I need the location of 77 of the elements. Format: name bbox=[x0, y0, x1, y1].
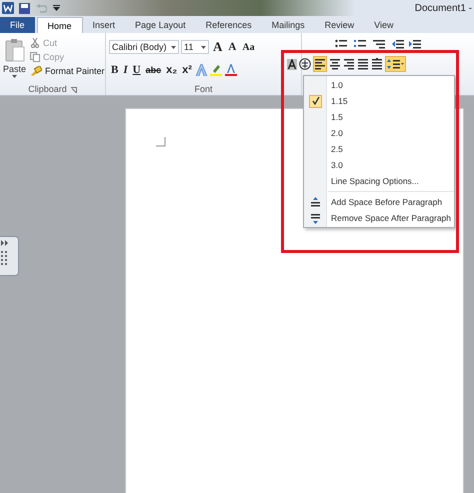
ribbon-tab[interactable]: Home bbox=[36, 17, 83, 33]
dialog-launcher-icon bbox=[70, 86, 77, 92]
group-label: Clipboard bbox=[28, 84, 67, 95]
menu-item[interactable]: 1.0 bbox=[304, 77, 454, 93]
font-name-field[interactable]: Calibri (Body) bbox=[109, 40, 179, 54]
ribbon-tab[interactable]: File bbox=[0, 17, 35, 33]
menu-item[interactable]: 2.5 bbox=[304, 141, 454, 157]
scissors-icon bbox=[30, 38, 40, 48]
text-effects-icon bbox=[196, 64, 207, 76]
ribbon-tab[interactable]: Insert bbox=[82, 17, 126, 33]
highlight-button[interactable] bbox=[208, 62, 223, 78]
side-panel-handle[interactable] bbox=[0, 236, 19, 276]
ribbon-tab[interactable]: Page Layout bbox=[125, 17, 196, 33]
align-right-icon bbox=[344, 58, 354, 70]
ribbon-tab[interactable]: View bbox=[364, 17, 404, 33]
remove-space-after-icon bbox=[311, 212, 320, 224]
numbering-icon bbox=[354, 39, 368, 49]
painter-button[interactable]: Format Painter bbox=[29, 65, 106, 77]
margin-corner-icon bbox=[156, 137, 166, 147]
font-color-button[interactable] bbox=[224, 62, 238, 78]
sup-button[interactable]: x² bbox=[180, 62, 194, 78]
decrease-indent-icon bbox=[392, 39, 404, 49]
menu-item[interactable]: 1.15 bbox=[304, 93, 454, 109]
word-logo-icon bbox=[2, 2, 14, 14]
text-effects-button[interactable] bbox=[194, 62, 208, 78]
dropdown-arrow-icon bbox=[53, 5, 60, 11]
dropdown-arrow-icon bbox=[201, 46, 206, 48]
group-label: Font bbox=[194, 84, 212, 95]
sub-button[interactable]: x₂ bbox=[164, 62, 180, 78]
character-shading-icon bbox=[287, 58, 297, 70]
tick-icon bbox=[312, 97, 320, 105]
undo-icon bbox=[36, 4, 47, 12]
dropdown-arrow-icon bbox=[171, 46, 176, 48]
ribbon-tab[interactable]: Review bbox=[314, 17, 364, 33]
highlighter-icon bbox=[210, 64, 222, 76]
enclose-characters-icon bbox=[299, 58, 311, 70]
align-justify-icon bbox=[358, 58, 368, 70]
window-title: Document1 - bbox=[414, 2, 473, 14]
font-color-icon bbox=[224, 64, 237, 76]
dropdown-arrow-icon bbox=[12, 75, 17, 78]
change-case-button[interactable]: Aa bbox=[240, 39, 257, 55]
strike-button[interactable]: abc bbox=[144, 62, 164, 78]
underline-button[interactable]: U bbox=[130, 62, 143, 78]
align-center-icon bbox=[330, 58, 340, 70]
ribbon-tab[interactable]: Mailings bbox=[262, 17, 315, 33]
align-button[interactable] bbox=[371, 56, 383, 72]
align-button[interactable] bbox=[357, 56, 369, 72]
increase-indent-icon bbox=[409, 39, 421, 49]
paste-button[interactable]: Paste bbox=[3, 37, 26, 84]
font-size-field[interactable]: 11 bbox=[181, 40, 209, 54]
clipboard-icon bbox=[4, 39, 24, 63]
menu-item[interactable]: Add Space Before Paragraph bbox=[304, 194, 454, 210]
shrink-font-button[interactable]: A bbox=[226, 39, 238, 55]
menu-item[interactable]: 2.0 bbox=[304, 125, 454, 141]
bullets-icon bbox=[335, 39, 349, 49]
line-spacing-button[interactable] bbox=[385, 56, 406, 72]
align-button[interactable] bbox=[343, 56, 355, 72]
line-spacing-icon bbox=[387, 59, 404, 69]
menu-item[interactable]: Line Spacing Options... bbox=[304, 173, 454, 189]
multilevel-list-icon bbox=[373, 39, 387, 49]
save-button[interactable] bbox=[18, 0, 31, 16]
menu-item[interactable]: Remove Space After Paragraph bbox=[304, 210, 454, 226]
ribbon-tab[interactable]: References bbox=[196, 17, 262, 33]
grow-font-button[interactable]: A bbox=[211, 39, 224, 55]
grip-icon bbox=[0, 237, 10, 267]
align-button[interactable] bbox=[313, 56, 327, 72]
menu-item[interactable]: 1.5 bbox=[304, 109, 454, 125]
align-left-icon bbox=[315, 58, 325, 70]
paintbrush-icon bbox=[30, 66, 42, 76]
bold-button[interactable]: B bbox=[109, 62, 120, 78]
add-space-before-icon bbox=[311, 196, 320, 208]
copy-icon bbox=[30, 52, 40, 62]
align-distributed-icon bbox=[372, 58, 382, 70]
italic-button[interactable]: I bbox=[121, 62, 130, 78]
save-icon bbox=[19, 2, 30, 14]
align-button[interactable] bbox=[329, 56, 341, 72]
menu-item[interactable]: 3.0 bbox=[304, 157, 454, 173]
